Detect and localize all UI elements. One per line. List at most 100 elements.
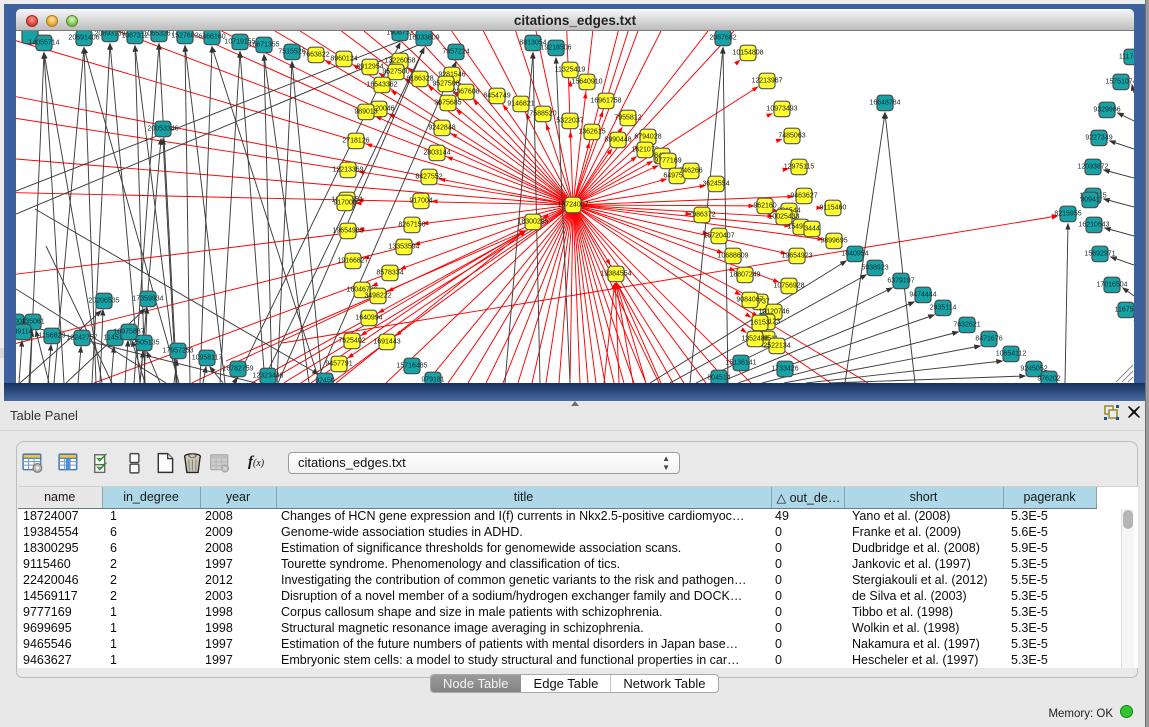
svg-text:804514: 804514 (707, 375, 730, 382)
svg-text:10654112: 10654112 (996, 351, 1027, 358)
svg-text:9329966: 9329966 (1093, 107, 1120, 114)
svg-text:5322037: 5322037 (556, 118, 583, 125)
svg-text:10973493: 10973493 (766, 106, 797, 113)
svg-text:9084067: 9084067 (736, 297, 763, 304)
svg-text:7357224: 7357224 (442, 49, 469, 56)
svg-text:39114: 39114 (16, 329, 33, 336)
svg-text:8186328: 8186328 (406, 76, 433, 83)
svg-text:917004: 917004 (409, 198, 432, 205)
svg-text:116753: 116753 (1115, 307, 1134, 314)
svg-text:9527508: 9527508 (432, 81, 459, 88)
svg-text:1362615: 1362615 (578, 129, 605, 136)
svg-text:5938923: 5938923 (861, 265, 888, 272)
svg-text:8267150: 8267150 (398, 222, 425, 229)
svg-text:10975887: 10975887 (113, 329, 144, 336)
svg-text:16033809: 16033809 (408, 35, 439, 42)
svg-text:16961758: 16961758 (590, 98, 621, 105)
svg-text:9463627: 9463627 (790, 193, 817, 200)
svg-text:8912954: 8912954 (356, 64, 383, 71)
svg-text:20206535: 20206535 (88, 298, 119, 305)
svg-text:9777169: 9777169 (654, 158, 681, 165)
svg-text:12505135: 12505135 (128, 340, 159, 347)
svg-text:9899695: 9899695 (820, 238, 847, 245)
svg-text:12975115: 12975115 (784, 164, 815, 171)
svg-text:90941: 90941 (1080, 197, 1100, 204)
svg-text:19166827: 19166827 (337, 258, 368, 265)
svg-text:9457791: 9457791 (325, 361, 352, 368)
svg-text:15751074: 15751074 (1105, 79, 1134, 86)
svg-text:2718126: 2718126 (342, 138, 369, 145)
svg-text:1117403: 1117403 (1119, 54, 1134, 61)
svg-text:7955812: 7955812 (614, 115, 641, 122)
svg-text:8578334: 8578334 (376, 270, 403, 277)
svg-text:6379197: 6379197 (887, 278, 914, 285)
svg-text:9146821: 9146821 (507, 101, 534, 108)
svg-text:3498222: 3498222 (364, 293, 391, 300)
svg-text:9227349: 9227349 (1085, 135, 1112, 142)
svg-text:12213967: 12213967 (751, 78, 782, 85)
svg-text:16543362: 16543362 (366, 82, 397, 89)
svg-text:10688609: 10688609 (717, 253, 748, 260)
svg-text:3444: 3444 (804, 226, 820, 233)
svg-text:8960124: 8960124 (330, 56, 357, 63)
svg-text:6466160: 6466160 (198, 34, 225, 41)
svg-text:1156829: 1156829 (39, 333, 66, 340)
svg-text:2367608: 2367608 (452, 89, 479, 96)
svg-text:15716485: 15716485 (396, 363, 427, 370)
svg-text:17957253: 17957253 (162, 348, 193, 355)
svg-text:15720407: 15720407 (703, 233, 734, 240)
svg-text:1691443: 1691443 (373, 339, 400, 346)
svg-text:3675685: 3675685 (434, 100, 461, 107)
svg-text:2935114: 2935114 (930, 305, 957, 312)
svg-text:11325419: 11325419 (555, 67, 586, 74)
svg-text:13226058: 13226058 (384, 58, 415, 65)
svg-text:16782759: 16782759 (222, 366, 253, 373)
svg-text:7625402: 7625402 (338, 338, 365, 345)
svg-text:962160: 962160 (753, 203, 776, 210)
svg-text:92450: 92450 (315, 378, 335, 384)
svg-text:20053346: 20053346 (147, 126, 178, 133)
svg-text:8427552: 8427552 (415, 174, 442, 181)
svg-text:15640910: 15640910 (571, 79, 602, 86)
svg-text:18807249: 18807249 (729, 272, 760, 279)
svg-text:7986372: 7986372 (688, 212, 715, 219)
svg-text:19384554: 19384554 (600, 271, 631, 278)
svg-text:3624554: 3624554 (702, 181, 729, 188)
svg-text:7663822: 7663822 (302, 52, 329, 59)
svg-text:16210643: 16210643 (1078, 222, 1109, 229)
svg-text:6794028: 6794028 (634, 134, 661, 141)
svg-text:15136141: 15136141 (725, 360, 756, 367)
svg-text:917008: 917008 (333, 200, 356, 207)
svg-text:12093872: 12093872 (1077, 164, 1108, 171)
svg-text:19654983: 19654983 (332, 228, 363, 235)
svg-text:1640994: 1640994 (355, 315, 382, 322)
svg-text:12323448: 12323448 (252, 373, 283, 380)
svg-text:9115460: 9115460 (820, 205, 847, 212)
svg-text:1352488: 1352488 (741, 336, 768, 343)
svg-text:1640954: 1640954 (841, 251, 868, 258)
svg-text:976202: 976202 (1037, 376, 1060, 383)
svg-text:16648784: 16648784 (869, 100, 900, 107)
svg-text:10756928: 10756928 (773, 283, 804, 290)
svg-text:10653267: 10653267 (143, 31, 174, 38)
svg-text:1527602: 1527602 (171, 33, 198, 40)
svg-text:8215955: 8215955 (1054, 211, 1081, 218)
svg-text:979181: 979181 (421, 377, 444, 384)
svg-text:7632621: 7632621 (953, 322, 980, 329)
svg-text:9242848: 9242848 (428, 125, 455, 132)
svg-text:8990448: 8990448 (604, 137, 631, 144)
svg-text:9527500: 9527500 (382, 69, 409, 76)
svg-text:1733426: 1733426 (771, 366, 798, 373)
svg-text:9474444: 9474444 (909, 292, 936, 299)
svg-text:19218506: 19218506 (540, 45, 571, 52)
svg-text:15692971: 15692971 (1084, 251, 1115, 258)
svg-text:16671355: 16671355 (248, 42, 279, 49)
svg-text:13353594: 13353594 (388, 244, 419, 251)
svg-text:10154808: 10154808 (732, 50, 763, 57)
svg-text:17359934: 17359934 (132, 296, 163, 303)
svg-text:14055714: 14055714 (28, 40, 59, 47)
svg-text:746266: 746266 (679, 168, 702, 175)
svg-text:17016504: 17016504 (1096, 282, 1127, 289)
svg-text:18300295: 18300295 (517, 219, 548, 226)
svg-text:12242757: 12242757 (66, 335, 97, 342)
